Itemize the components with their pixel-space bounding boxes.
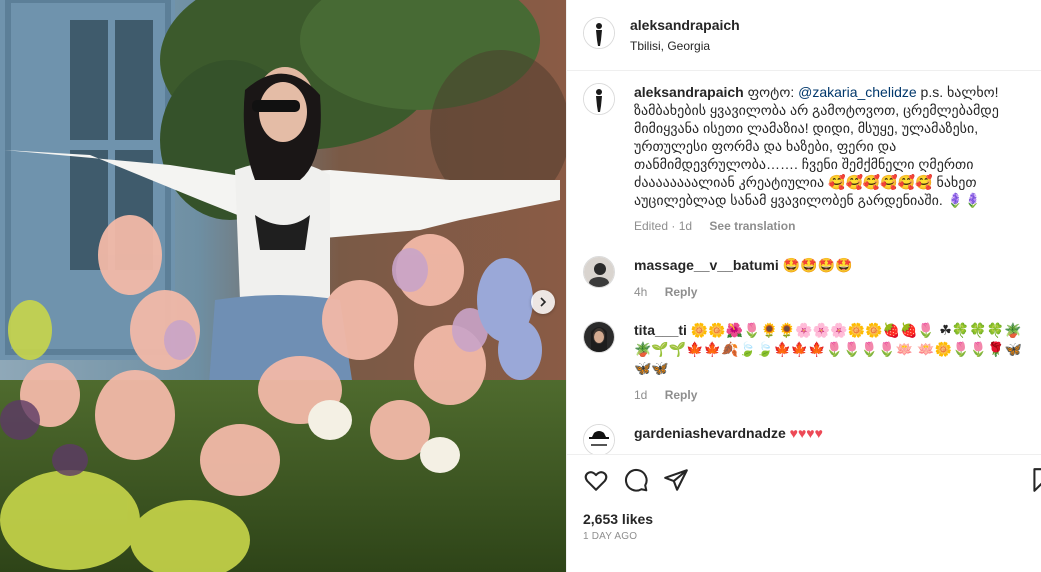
commenter-avatar[interactable] (583, 424, 615, 454)
avatar-image (584, 18, 614, 48)
comment-text: ♥♥♥♥ (789, 425, 823, 441)
avatar-image (584, 425, 614, 454)
comment-text: 🌼🌼🌺🌷🌻🌻🌸🌸🌸🌼🌼🍓🍓🌷 ☘🍀🍀🍀🪴🪴🌱🌱🍁🍁🍂🍃🍃🍁🍁🍁🌷🌷🌷🌷🪷 🪷🌼🌷… (634, 323, 1022, 377)
header-username[interactable]: aleksandrapaich (630, 17, 740, 33)
avatar-image (584, 84, 614, 114)
action-bar (567, 454, 1041, 501)
chevron-right-icon (540, 297, 547, 307)
likes-count[interactable]: 2,653 likes (583, 511, 653, 527)
commenter-avatar[interactable] (583, 321, 615, 353)
caption: aleksandrapaich ფოტო: @zakaria_chelidze … (583, 83, 1026, 235)
post-header: aleksandrapaich Tbilisi, Georgia (567, 0, 1041, 71)
comment-username[interactable]: massage__v__batumi (634, 257, 779, 273)
caption-mention[interactable]: @zakaria_chelidze (798, 84, 917, 100)
comments-scroll-area[interactable]: aleksandrapaich ფოტო: @zakaria_chelidze … (567, 71, 1041, 454)
comment-username[interactable]: tita___ti (634, 322, 687, 338)
comment: gardeniashevardnadze ♥♥♥♥ (583, 424, 1026, 454)
share-icon[interactable] (663, 467, 689, 493)
commenter-avatar[interactable] (583, 256, 615, 288)
reply-button[interactable]: Reply (665, 285, 698, 299)
comment-meta: 1d Reply (634, 386, 1026, 404)
comment-icon[interactable] (623, 467, 649, 493)
post-time: 1 DAY AGO (583, 531, 638, 542)
caption-edited: Edited · 1d (634, 219, 693, 233)
comment: massage__v__batumi 🤩🤩🤩🤩 4h Reply (583, 256, 1026, 301)
avatar-image (584, 257, 614, 287)
caption-body: aleksandrapaich ფოტო: @zakaria_chelidze … (634, 83, 1026, 235)
comment-time: 4h (634, 285, 648, 299)
caption-prefix: ფოტო: (747, 84, 795, 100)
comment: tita___ti 🌼🌼🌺🌷🌻🌻🌸🌸🌸🌼🌼🍓🍓🌷 ☘🍀🍀🍀🪴🪴🌱🌱🍁🍁🍂🍃🍃🍁🍁… (583, 321, 1026, 404)
next-photo-button[interactable] (531, 290, 555, 314)
see-translation-link[interactable]: See translation (709, 219, 795, 233)
photo-image (0, 0, 566, 572)
caption-username[interactable]: aleksandrapaich (634, 84, 744, 100)
comment-body: massage__v__batumi 🤩🤩🤩🤩 4h Reply (634, 256, 1026, 301)
caption-avatar[interactable] (583, 83, 615, 115)
comment-text: 🤩🤩🤩🤩 (782, 258, 853, 274)
caption-meta: Edited · 1d See translation (634, 217, 1026, 235)
comment-body: gardeniashevardnadze ♥♥♥♥ (634, 424, 1026, 442)
comment-meta: 4h Reply (634, 283, 1026, 301)
heart-icon[interactable] (583, 467, 609, 493)
comment-username[interactable]: gardeniashevardnadze (634, 425, 786, 441)
avatar-image (584, 322, 614, 352)
header-location[interactable]: Tbilisi, Georgia (630, 39, 740, 53)
post-side-panel: aleksandrapaich Tbilisi, Georgia aleksan… (566, 0, 1041, 572)
author-avatar[interactable] (583, 17, 615, 49)
comment-time: 1d (634, 388, 648, 402)
post-photo[interactable] (0, 0, 566, 572)
comment-body: tita___ti 🌼🌼🌺🌷🌻🌻🌸🌸🌸🌼🌼🍓🍓🌷 ☘🍀🍀🍀🪴🪴🌱🌱🍁🍁🍂🍃🍃🍁🍁… (634, 321, 1026, 404)
bookmark-icon[interactable] (1029, 467, 1041, 493)
caption-text: p.s. ხალხო! ზამბახების ყვავილობა არ გამო… (634, 84, 999, 208)
reply-button[interactable]: Reply (665, 388, 698, 402)
